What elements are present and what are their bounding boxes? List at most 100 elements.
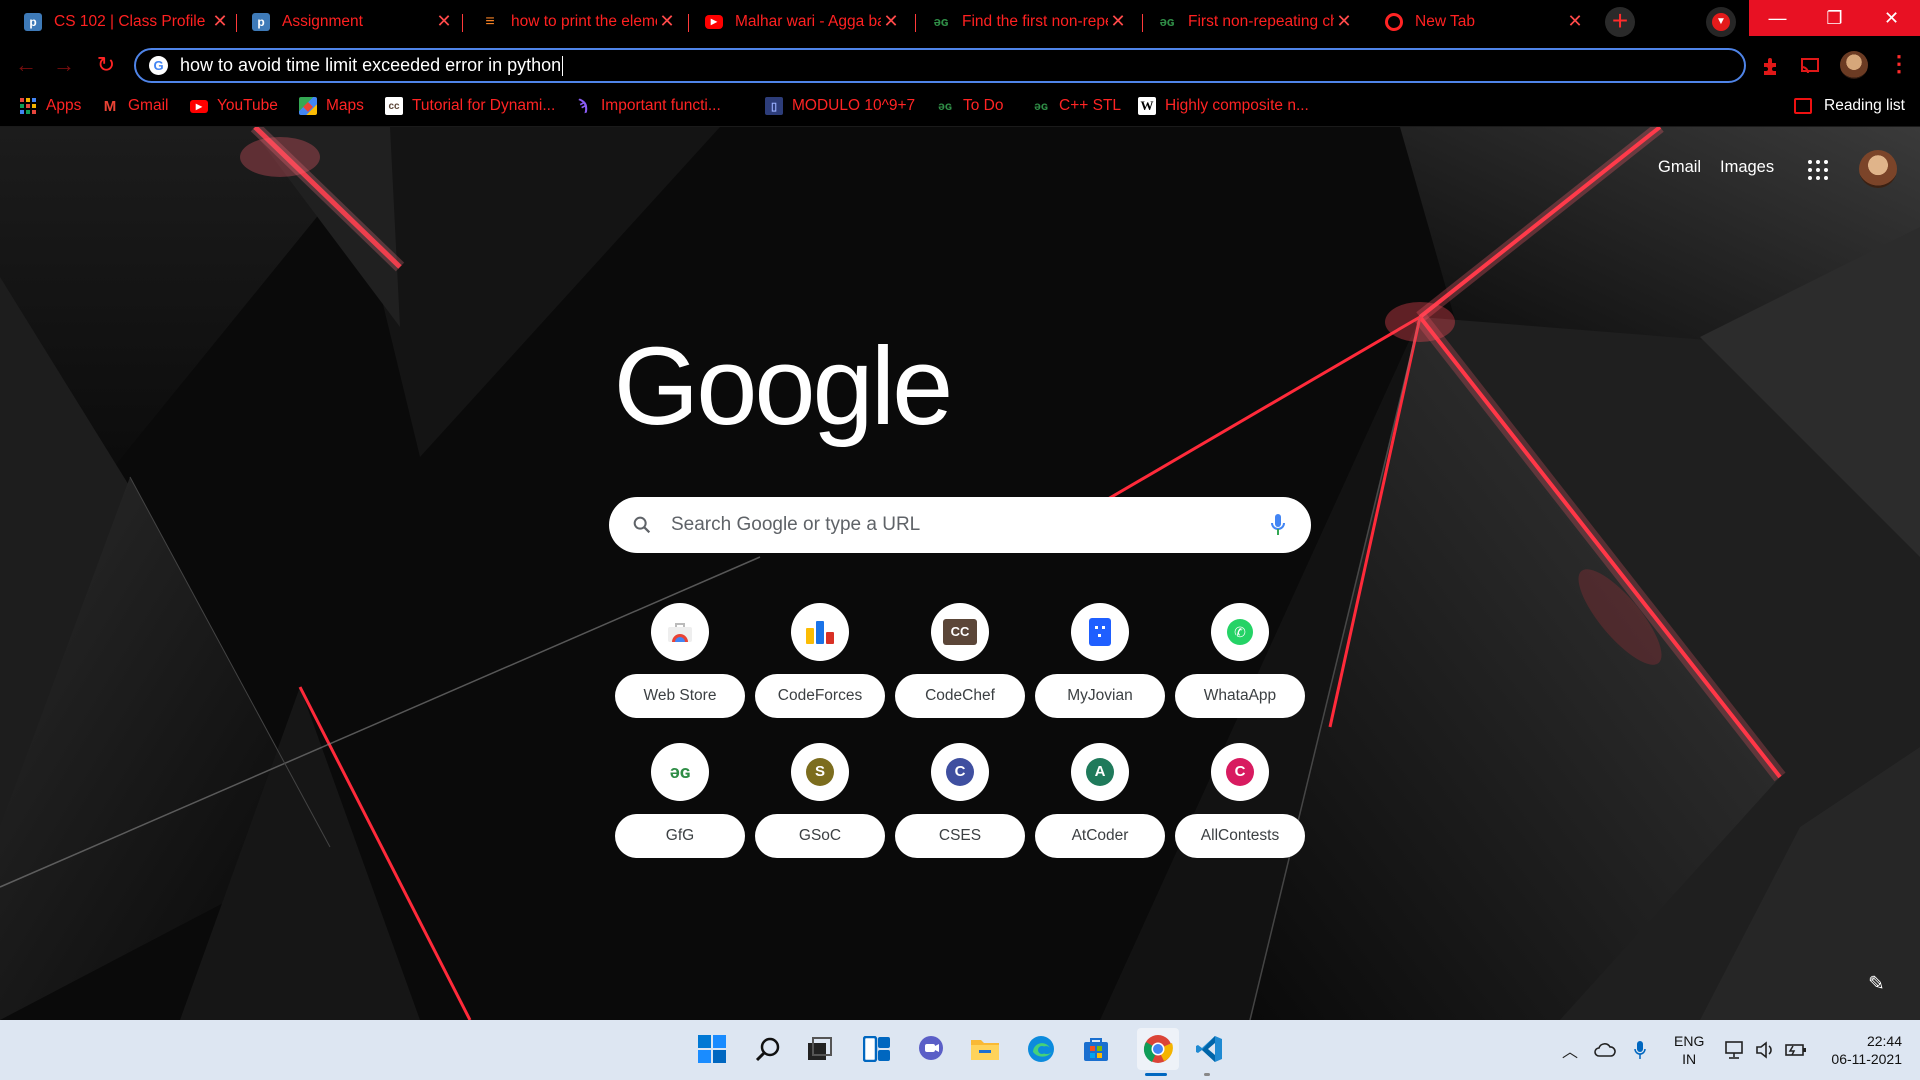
- profile-avatar[interactable]: [1840, 51, 1868, 79]
- codeforces-icon: [791, 603, 849, 661]
- google-apps-icon[interactable]: [1808, 160, 1828, 180]
- bookmark-tutorial[interactable]: cc Tutorial for Dynami...: [385, 86, 555, 126]
- search-icon[interactable]: [752, 1033, 784, 1065]
- shortcut-cses[interactable]: C CSES: [895, 733, 1025, 863]
- gmail-link[interactable]: Gmail: [1658, 158, 1701, 177]
- tab-youtube[interactable]: ▶ Malhar wari - Agga bai ✕: [705, 0, 905, 43]
- tile-letter: C: [1226, 758, 1254, 786]
- tab-search-button[interactable]: ▼: [1706, 7, 1736, 37]
- language-line-2: IN: [1682, 1051, 1697, 1067]
- language-line-1: ENG: [1674, 1033, 1705, 1049]
- chat-icon[interactable]: [915, 1033, 947, 1065]
- bookmark-label: Tutorial for Dynami...: [412, 97, 556, 114]
- new-tab-button[interactable]: +: [1605, 7, 1635, 37]
- vscode-icon[interactable]: [1193, 1033, 1225, 1065]
- file-explorer-icon[interactable]: [969, 1033, 1001, 1065]
- tab-cs102[interactable]: p CS 102 | Class Profile | ... ✕: [24, 0, 230, 43]
- cast-icon[interactable]: [1800, 57, 1820, 75]
- bookmark-label: To Do: [963, 97, 1004, 114]
- reading-list-label: Reading list: [1824, 97, 1905, 114]
- close-icon[interactable]: ✕: [1334, 11, 1354, 32]
- shortcut-atcoder[interactable]: A AtCoder: [1035, 733, 1165, 863]
- windows-start-icon[interactable]: [696, 1033, 728, 1065]
- shortcut-label: WhataApp: [1175, 674, 1305, 718]
- app-indicator: [1204, 1073, 1210, 1076]
- minimize-icon[interactable]: —: [1749, 0, 1806, 36]
- shortcut-web-store[interactable]: Web Store: [615, 593, 745, 723]
- jovian-icon: [1071, 603, 1129, 661]
- clock[interactable]: 22:44 06-11-2021: [1822, 1032, 1902, 1068]
- shortcut-codechef[interactable]: CC CodeChef: [895, 593, 1025, 723]
- tab-strip: p CS 102 | Class Profile | ... ✕ p Assig…: [0, 0, 1920, 43]
- close-icon[interactable]: ✕: [1108, 11, 1128, 32]
- forward-icon[interactable]: →: [50, 51, 78, 79]
- bookmark-cpp-stl[interactable]: ǝɢ C++ STL: [1032, 86, 1121, 126]
- pencil-icon[interactable]: ✎: [1868, 971, 1885, 996]
- tab-assignment[interactable]: p Assignment ✕: [252, 0, 454, 43]
- images-link[interactable]: Images: [1720, 158, 1774, 177]
- language-indicator[interactable]: ENG IN: [1674, 1032, 1704, 1068]
- widgets-icon[interactable]: [861, 1033, 893, 1065]
- tab-gfg-2[interactable]: ǝɢ First non-repeating character ✕: [1158, 0, 1358, 43]
- account-avatar[interactable]: [1859, 150, 1897, 188]
- more-vert-icon[interactable]: ⋮: [1888, 51, 1910, 77]
- search-box[interactable]: [609, 497, 1311, 553]
- edge-icon[interactable]: [1025, 1033, 1057, 1065]
- onedrive-icon[interactable]: [1594, 1043, 1616, 1057]
- extension-icon[interactable]: [1761, 57, 1781, 75]
- tab-divider: [688, 14, 689, 32]
- tab-gfg-1[interactable]: ǝɢ Find the first non-repeating ✕: [932, 0, 1132, 43]
- stackoverflow-icon: ≡: [485, 12, 495, 30]
- tab-title: Malhar wari - Agga bai: [735, 12, 881, 30]
- google-logo: Google: [613, 325, 954, 448]
- bookmark-highly-composite[interactable]: W Highly composite n...: [1138, 86, 1309, 126]
- taskbar: ︿ ENG IN 22:44 06-11-2021: [0, 1020, 1920, 1080]
- shortcut-whatsapp[interactable]: ✆ WhataApp: [1175, 593, 1305, 723]
- reload-icon[interactable]: ↻: [92, 51, 120, 79]
- status-icons[interactable]: [1723, 1020, 1807, 1080]
- close-icon[interactable]: ✕: [434, 11, 454, 32]
- reading-list-button[interactable]: Reading list: [1794, 86, 1905, 126]
- active-app-indicator: [1145, 1073, 1167, 1076]
- address-bar[interactable]: G how to avoid time limit exceeded error…: [134, 48, 1746, 83]
- shortcut-myjovian[interactable]: MyJovian: [1035, 593, 1165, 723]
- close-icon[interactable]: ✕: [657, 11, 677, 32]
- shortcut-allcontests[interactable]: C AllContests: [1175, 733, 1305, 863]
- store-icon[interactable]: [1080, 1033, 1112, 1065]
- chevron-up-icon[interactable]: ︿: [1562, 1038, 1578, 1062]
- microphone-icon[interactable]: [1271, 513, 1285, 537]
- task-view-icon[interactable]: [804, 1033, 836, 1065]
- shortcut-gfg[interactable]: ǝɢ GfG: [615, 733, 745, 863]
- microphone-icon[interactable]: [1634, 1040, 1646, 1060]
- restore-icon[interactable]: ❐: [1806, 0, 1863, 36]
- tab-new-tab[interactable]: New Tab ✕: [1385, 0, 1585, 43]
- shortcut-codeforces[interactable]: CodeForces: [755, 593, 885, 723]
- gfg-icon: ǝɢ: [1159, 14, 1175, 29]
- close-icon[interactable]: ✕: [210, 11, 230, 32]
- gmail-icon: M: [103, 97, 117, 115]
- chrome-icon[interactable]: [1137, 1028, 1179, 1070]
- tab-divider: [236, 14, 237, 32]
- bookmark-apps[interactable]: Apps: [19, 86, 81, 126]
- bookmark-youtube[interactable]: ▶ YouTube: [190, 86, 278, 126]
- tab-stackoverflow[interactable]: ≡ how to print the elements ✕: [481, 0, 679, 43]
- bookmark-gmail[interactable]: M Gmail: [101, 86, 169, 126]
- search-input[interactable]: [671, 514, 1231, 536]
- bookmark-todo[interactable]: ǝɢ To Do: [936, 86, 1004, 126]
- bookmark-maps[interactable]: ◆ Maps: [299, 86, 364, 126]
- bookmark-label: Important functi...: [601, 97, 721, 114]
- shortcut-label: AllContests: [1175, 814, 1305, 858]
- back-icon[interactable]: ←: [12, 51, 40, 79]
- codechef-icon: CC: [931, 603, 989, 661]
- close-window-icon[interactable]: ✕: [1863, 0, 1920, 36]
- close-icon[interactable]: ✕: [1565, 11, 1585, 32]
- youtube-icon: ▶: [190, 99, 208, 113]
- whatsapp-icon: ✆: [1211, 603, 1269, 661]
- address-bar-text[interactable]: how to avoid time limit exceeded error i…: [180, 55, 561, 75]
- bookmark-important[interactable]: ϡ Important functi...: [574, 86, 721, 126]
- shortcut-gsoc[interactable]: S GSoC: [755, 733, 885, 863]
- gfg-icon: ǝɢ: [933, 14, 949, 29]
- codechef-icon: cc: [385, 97, 403, 115]
- bookmark-modulo[interactable]: ▯ MODULO 10^9+7: [765, 86, 915, 126]
- close-icon[interactable]: ✕: [881, 11, 901, 32]
